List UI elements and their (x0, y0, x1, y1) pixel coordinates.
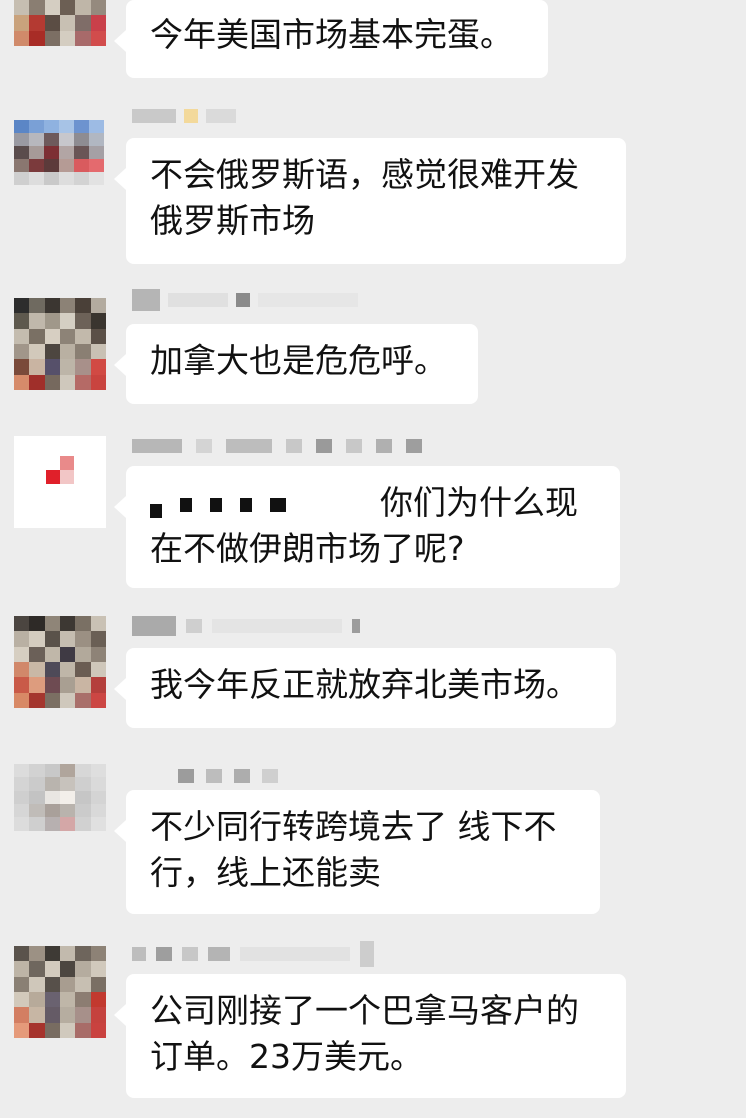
message-line: 你们为什么现 (150, 480, 596, 526)
message-text: 订单。23万美元。 (150, 1037, 423, 1076)
logo-mark (46, 470, 60, 484)
message-text: 不少同行转跨境去了 线下不 (150, 807, 557, 846)
message-bubble[interactable]: 不少同行转跨境去了 线下不 行，线上还能卖 (114, 790, 600, 914)
sender-name-redacted (132, 104, 236, 128)
redacted-mention (150, 480, 380, 526)
logo-mark (60, 456, 74, 470)
message-text: 公司刚接了一个巴拿马客户的 (150, 991, 579, 1030)
message-text: 在不做伊朗市场了呢? (150, 529, 465, 568)
avatar[interactable] (14, 946, 106, 1038)
message-bubble[interactable]: 不会俄罗斯语，感觉很难开发 俄罗斯市场 (114, 138, 626, 264)
sender-name-redacted (132, 288, 358, 312)
message-text: 我今年反正就放弃北美市场。 (150, 665, 579, 704)
avatar[interactable] (14, 764, 106, 844)
message-bubble[interactable]: 我今年反正就放弃北美市场。 (114, 648, 616, 728)
message-text: 行，线上还能卖 (150, 853, 381, 892)
message-text: 不会俄罗斯语，感觉很难开发 (150, 155, 579, 194)
sender-name-redacted (132, 434, 422, 458)
avatar[interactable] (14, 298, 106, 390)
sender-name-redacted (132, 614, 360, 638)
sender-name-redacted (132, 941, 374, 967)
message-bubble[interactable]: 公司刚接了一个巴拿马客户的 订单。23万美元。 (114, 974, 626, 1098)
message-bubble[interactable]: 你们为什么现 在不做伊朗市场了呢? (114, 466, 620, 588)
avatar[interactable] (14, 616, 106, 708)
logo-mark (60, 470, 74, 484)
avatar[interactable] (14, 436, 106, 528)
message-text: 俄罗斯市场 (150, 201, 315, 240)
message-bubble[interactable]: 加拿大也是危危呼。 (114, 324, 478, 404)
message-bubble[interactable]: 今年美国市场基本完蛋。 (114, 0, 548, 78)
message-text: 今年美国市场基本完蛋。 (150, 15, 513, 54)
avatar[interactable] (14, 120, 104, 198)
sender-name-redacted (178, 764, 278, 788)
message-text: 你们为什么现 (380, 483, 578, 522)
avatar[interactable] (14, 0, 106, 46)
message-text: 加拿大也是危危呼。 (150, 341, 447, 380)
